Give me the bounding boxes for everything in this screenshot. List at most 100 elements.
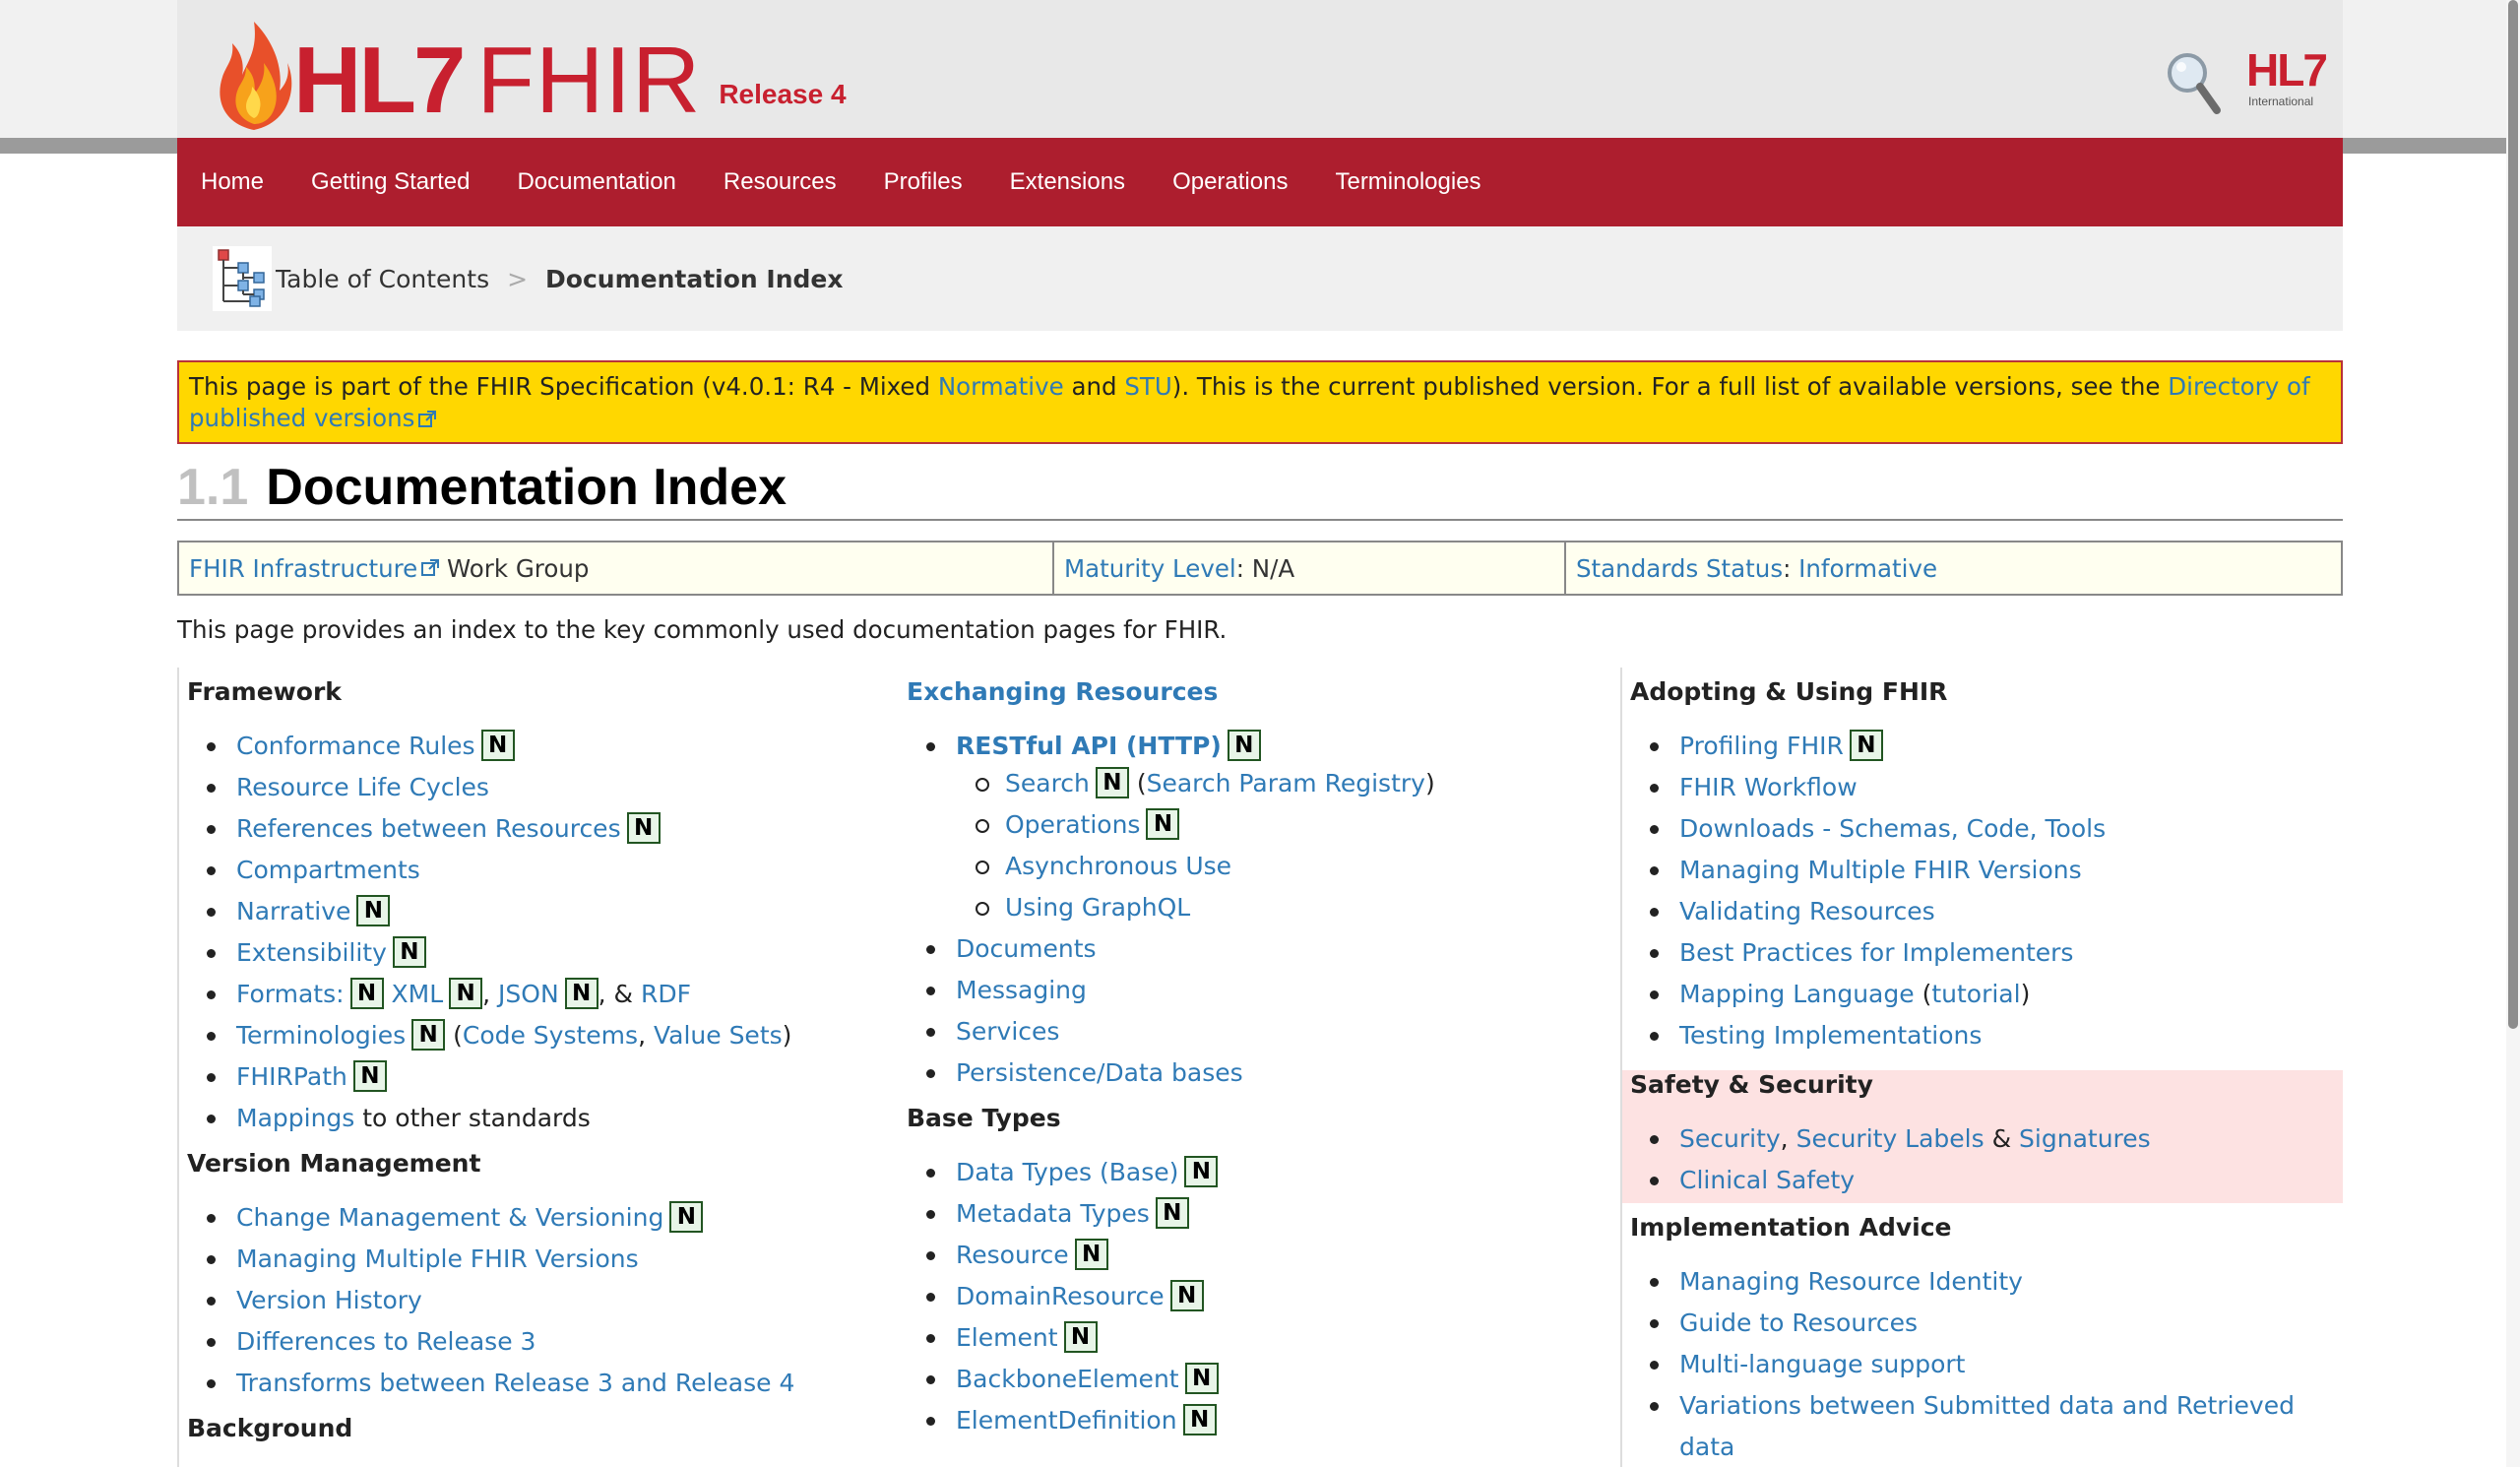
terminologies-link[interactable]: Terminologies	[236, 1021, 406, 1050]
data-types-link[interactable]: Data Types (Base)	[956, 1158, 1178, 1186]
multi-language-link[interactable]: Multi-language support	[1679, 1350, 1965, 1378]
nav-extensions[interactable]: Extensions	[1010, 168, 1125, 196]
normative-link[interactable]: Normative	[938, 372, 1064, 401]
testing-link[interactable]: Testing Implementations	[1679, 1021, 1982, 1050]
json-link[interactable]: JSON	[498, 980, 559, 1008]
normative-badge[interactable]: N	[411, 1019, 446, 1051]
standards-status-link[interactable]: Standards Status	[1576, 554, 1783, 583]
signatures-link[interactable]: Signatures	[2019, 1124, 2151, 1153]
extensibility-link[interactable]: Extensibility	[236, 938, 387, 967]
normative-badge[interactable]: N	[1182, 1404, 1217, 1435]
security-link[interactable]: Security	[1679, 1124, 1781, 1153]
tutorial-link[interactable]: tutorial	[1931, 980, 2020, 1008]
normative-badge[interactable]: N	[626, 812, 661, 844]
messaging-link[interactable]: Messaging	[956, 976, 1087, 1004]
nav-documentation[interactable]: Documentation	[517, 168, 675, 196]
normative-badge[interactable]: N	[1063, 1321, 1098, 1353]
table-of-contents-icon[interactable]	[213, 246, 272, 311]
normative-badge[interactable]: N	[349, 978, 384, 1009]
banner-text-2: and	[1063, 372, 1125, 401]
managing-versions-link[interactable]: Managing Multiple FHIR Versions	[236, 1244, 639, 1273]
element-link[interactable]: Element	[956, 1323, 1058, 1352]
normative-badge[interactable]: N	[392, 936, 426, 968]
breadcrumb-toc-link[interactable]: Table of Contents	[276, 265, 489, 293]
hl7-fhir-logo[interactable]: HL7 FHIR Release 4	[215, 12, 847, 130]
security-labels-link[interactable]: Security Labels	[1796, 1124, 1984, 1153]
domainresource-link[interactable]: DomainResource	[956, 1282, 1165, 1310]
compartments-link[interactable]: Compartments	[236, 856, 420, 884]
validating-link[interactable]: Validating Resources	[1679, 897, 1935, 925]
value-sets-link[interactable]: Value Sets	[654, 1021, 783, 1050]
elementdefinition-link[interactable]: ElementDefinition	[956, 1406, 1177, 1435]
mappings-link[interactable]: Mappings	[236, 1104, 354, 1132]
version-history-link[interactable]: Version History	[236, 1286, 422, 1314]
fhirpath-link[interactable]: FHIRPath	[236, 1062, 347, 1091]
restful-api-link[interactable]: RESTful API (HTTP)	[956, 732, 1222, 760]
normative-badge[interactable]: N	[352, 1060, 387, 1092]
list-item: Guide to Resources	[1650, 1303, 2343, 1344]
normative-badge[interactable]: N	[1146, 808, 1180, 840]
downloads-link[interactable]: Downloads - Schemas, Code, Tools	[1679, 814, 2106, 843]
nav-getting-started[interactable]: Getting Started	[311, 168, 470, 196]
nav-profiles[interactable]: Profiles	[884, 168, 963, 196]
persistence-link[interactable]: Persistence/Data bases	[956, 1058, 1243, 1087]
xml-link[interactable]: XML	[392, 980, 444, 1008]
normative-badge[interactable]: N	[564, 978, 598, 1009]
normative-badge[interactable]: N	[1227, 730, 1261, 761]
rdf-link[interactable]: RDF	[641, 980, 691, 1008]
normative-badge[interactable]: N	[1184, 1156, 1219, 1187]
informative-link[interactable]: Informative	[1798, 554, 1937, 583]
resource-life-cycles-link[interactable]: Resource Life Cycles	[236, 773, 489, 801]
normative-badge[interactable]: N	[1169, 1280, 1204, 1311]
asynchronous-use-link[interactable]: Asynchronous Use	[1005, 852, 1231, 880]
exchanging-resources-heading[interactable]: Exchanging Resources	[907, 677, 1620, 706]
nav-resources[interactable]: Resources	[724, 168, 837, 196]
hl7-international-logo[interactable]: HL7 International	[2246, 45, 2337, 114]
normative-badge[interactable]: N	[449, 978, 483, 1009]
maturity-level-link[interactable]: Maturity Level	[1064, 554, 1236, 583]
nav-operations[interactable]: Operations	[1172, 168, 1288, 196]
graphql-link[interactable]: Using GraphQL	[1005, 893, 1190, 922]
normative-badge[interactable]: N	[1095, 767, 1129, 798]
documents-link[interactable]: Documents	[956, 934, 1097, 963]
best-practices-link[interactable]: Best Practices for Implementers	[1679, 938, 2073, 967]
mapping-language-link[interactable]: Mapping Language	[1679, 980, 1915, 1008]
formats-link[interactable]: Formats:	[236, 980, 345, 1008]
references-link[interactable]: References between Resources	[236, 814, 621, 843]
normative-badge[interactable]: N	[669, 1201, 704, 1233]
guide-to-resources-link[interactable]: Guide to Resources	[1679, 1308, 1918, 1337]
narrative-link[interactable]: Narrative	[236, 897, 350, 925]
resource-identity-link[interactable]: Managing Resource Identity	[1679, 1267, 2023, 1296]
backboneelement-link[interactable]: BackboneElement	[956, 1365, 1179, 1393]
services-link[interactable]: Services	[956, 1017, 1059, 1046]
nav-home[interactable]: Home	[201, 168, 264, 196]
normative-badge[interactable]: N	[356, 895, 391, 926]
search-icon[interactable]	[2164, 49, 2223, 118]
scrollbar[interactable]	[2506, 0, 2520, 1467]
conformance-rules-link[interactable]: Conformance Rules	[236, 732, 475, 760]
work-group-link[interactable]: FHIR Infrastructure	[189, 554, 417, 583]
managing-versions-link[interactable]: Managing Multiple FHIR Versions	[1679, 856, 2082, 884]
scrollbar-thumb[interactable]	[2508, 0, 2518, 1029]
search-link[interactable]: Search	[1005, 769, 1090, 797]
search-param-registry-link[interactable]: Search Param Registry	[1147, 769, 1425, 797]
normative-badge[interactable]: N	[1184, 1363, 1219, 1394]
normative-badge[interactable]: N	[480, 730, 515, 761]
operations-link[interactable]: Operations	[1005, 810, 1140, 839]
variations-link[interactable]: Variations between Submitted data and Re…	[1679, 1391, 2295, 1461]
workflow-link[interactable]: FHIR Workflow	[1679, 773, 1858, 801]
code-systems-link[interactable]: Code Systems	[463, 1021, 638, 1050]
nav-terminologies[interactable]: Terminologies	[1335, 168, 1480, 196]
transforms-link[interactable]: Transforms between Release 3 and Release…	[236, 1369, 794, 1397]
differences-r3-link[interactable]: Differences to Release 3	[236, 1327, 536, 1356]
normative-badge[interactable]: N	[1849, 730, 1883, 761]
stu-link[interactable]: STU	[1124, 372, 1171, 401]
normative-badge[interactable]: N	[1155, 1197, 1189, 1229]
profiling-link[interactable]: Profiling FHIR	[1679, 732, 1844, 760]
change-management-link[interactable]: Change Management & Versioning	[236, 1203, 663, 1232]
clinical-safety-link[interactable]: Clinical Safety	[1679, 1166, 1855, 1194]
resource-link[interactable]: Resource	[956, 1241, 1069, 1269]
metadata-types-link[interactable]: Metadata Types	[956, 1199, 1150, 1228]
normative-badge[interactable]: N	[1074, 1239, 1108, 1270]
breadcrumb-current: Documentation Index	[545, 264, 844, 293]
